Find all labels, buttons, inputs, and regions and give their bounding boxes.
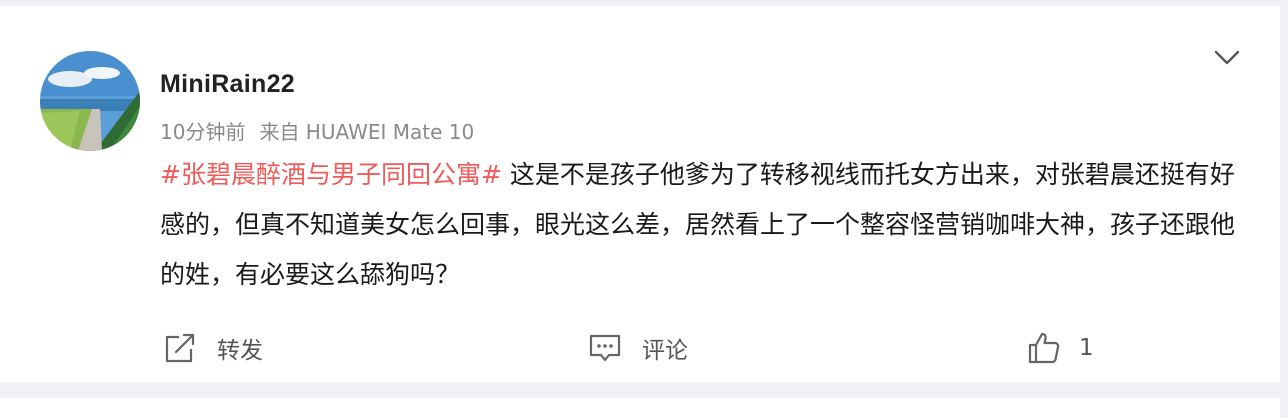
repost-label: 转发 (217, 338, 263, 364)
share-icon (163, 332, 197, 364)
username[interactable]: MiniRain22 (160, 70, 295, 99)
chevron-down-icon[interactable] (1210, 44, 1244, 70)
like-button[interactable]: 1 (1027, 328, 1094, 368)
post-meta: 10分钟前 来自 HUAWEI Mate 10 (160, 116, 474, 145)
post-text: #张碧晨醉酒与男子同回公寓# 这是不是孩子他爹为了转移视线而托女方出来，对张碧晨… (160, 150, 1240, 300)
hashtag-link[interactable]: #张碧晨醉酒与男子同回公寓# (160, 160, 502, 189)
like-count: 1 (1079, 335, 1094, 361)
comment-button[interactable]: 评论 (588, 328, 688, 368)
next-card-edge (0, 398, 1280, 418)
comment-icon (588, 332, 622, 364)
post-time: 10分钟前 (160, 120, 246, 144)
avatar-image (40, 51, 140, 151)
post-card: MiniRain22 10分钟前 来自 HUAWEI Mate 10 #张碧晨醉酒… (0, 6, 1280, 382)
comment-label: 评论 (642, 338, 688, 364)
post-source: 来自 HUAWEI Mate 10 (259, 120, 475, 144)
thumbs-up-icon (1027, 331, 1061, 365)
avatar[interactable] (40, 51, 140, 151)
repost-button[interactable]: 转发 (163, 328, 263, 368)
